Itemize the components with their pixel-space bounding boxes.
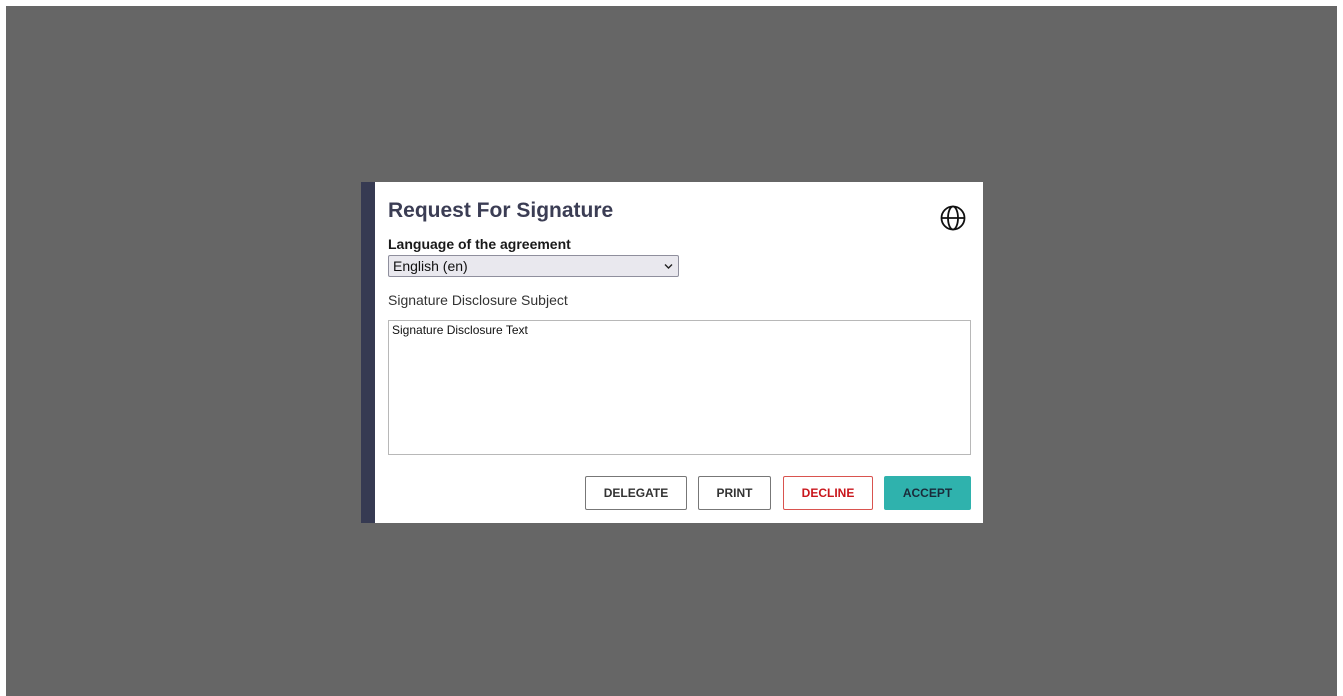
- signature-dialog: Request For Signature Language of the ag…: [361, 182, 983, 523]
- disclosure-text: Signature Disclosure Text: [392, 323, 528, 337]
- accept-button[interactable]: ACCEPT: [884, 476, 971, 510]
- delegate-button[interactable]: DELEGATE: [585, 476, 687, 510]
- chevron-down-icon: [664, 264, 673, 269]
- disclosure-text-area[interactable]: Signature Disclosure Text: [388, 320, 971, 455]
- print-button[interactable]: PRINT: [698, 476, 771, 510]
- disclosure-subject: Signature Disclosure Subject: [388, 292, 568, 308]
- globe-icon[interactable]: [937, 202, 969, 234]
- language-select-value: English (en): [393, 258, 468, 274]
- dialog-title: Request For Signature: [388, 199, 614, 222]
- decline-button[interactable]: DECLINE: [783, 476, 873, 510]
- language-select[interactable]: English (en): [388, 255, 679, 277]
- language-label: Language of the agreement: [388, 236, 571, 252]
